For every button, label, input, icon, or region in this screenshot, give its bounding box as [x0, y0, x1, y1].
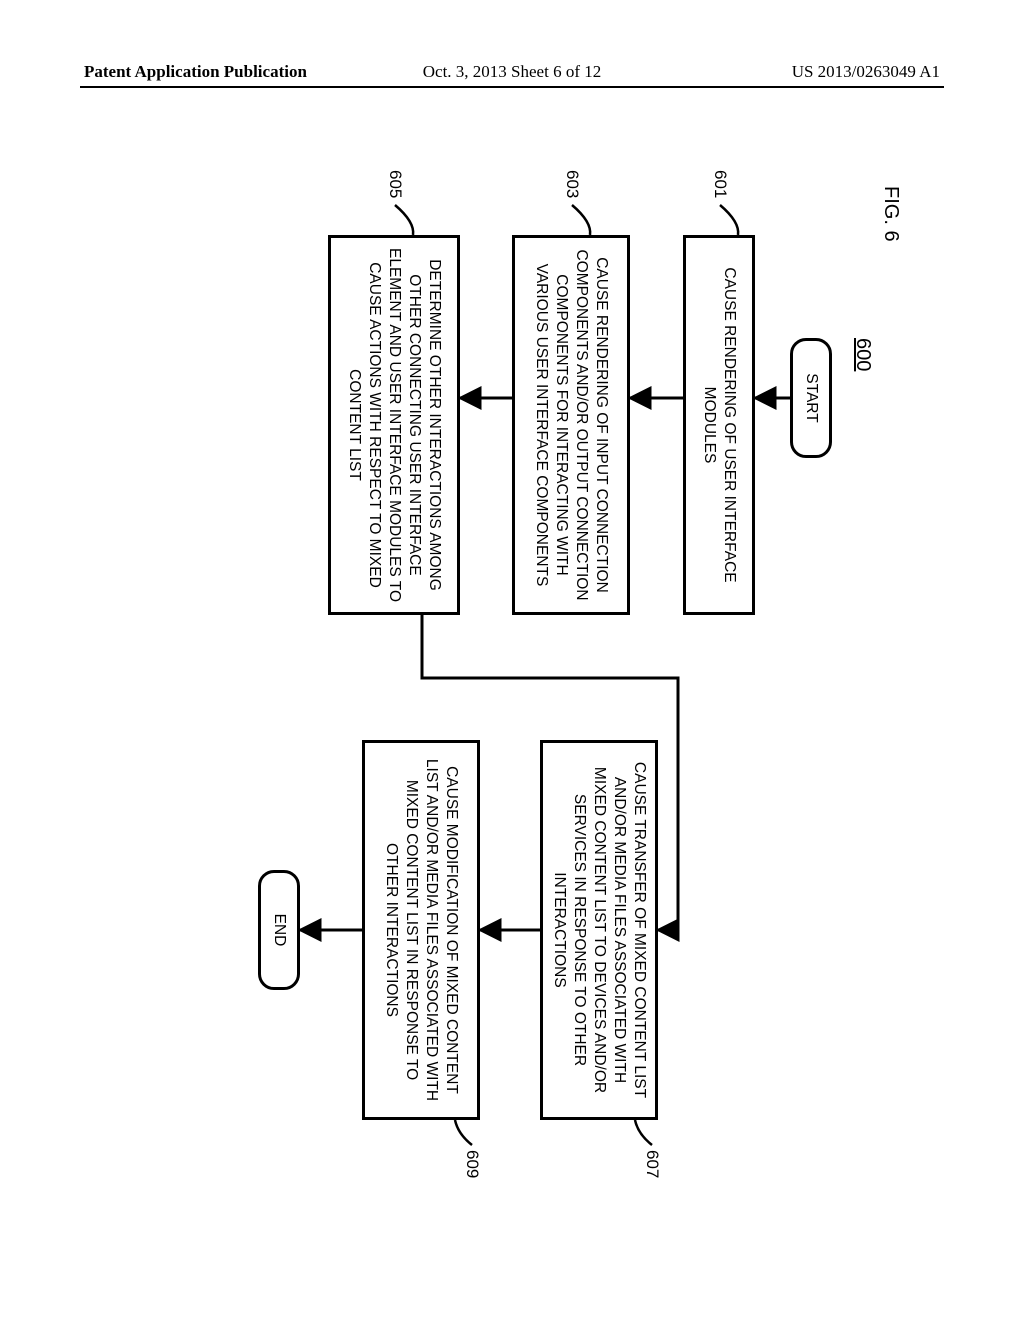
process-601: CAUSE RENDERING OF USER INTERFACE MODULE… — [683, 235, 755, 615]
ref-609: 609 — [462, 1150, 482, 1178]
figure-6: FIG. 6 600 START CAUSE RENDERING OF USER… — [170, 150, 910, 1210]
header-right: US 2013/0263049 A1 — [792, 62, 940, 82]
ref-601: 601 — [710, 170, 730, 198]
process-609: CAUSE MODIFICATION OF MIXED CONTENT LIST… — [362, 740, 480, 1120]
header-rule — [80, 86, 944, 88]
ref-603: 603 — [562, 170, 582, 198]
page-header: Patent Application Publication Oct. 3, 2… — [0, 62, 1024, 94]
figure-ref: 600 — [851, 338, 874, 371]
ref-607: 607 — [642, 1150, 662, 1178]
process-603: CAUSE RENDERING OF INPUT CONNECTION COMP… — [512, 235, 630, 615]
end-terminator: END — [258, 870, 300, 990]
process-605: DETERMINE OTHER INTERACTIONS AMONG OTHER… — [328, 235, 460, 615]
ref-605: 605 — [385, 170, 405, 198]
start-terminator: START — [790, 338, 832, 458]
process-607: CAUSE TRANSFER OF MIXED CONTENT LIST AND… — [540, 740, 658, 1120]
page: Patent Application Publication Oct. 3, 2… — [0, 0, 1024, 1320]
figure-label: FIG. 6 — [879, 186, 902, 242]
